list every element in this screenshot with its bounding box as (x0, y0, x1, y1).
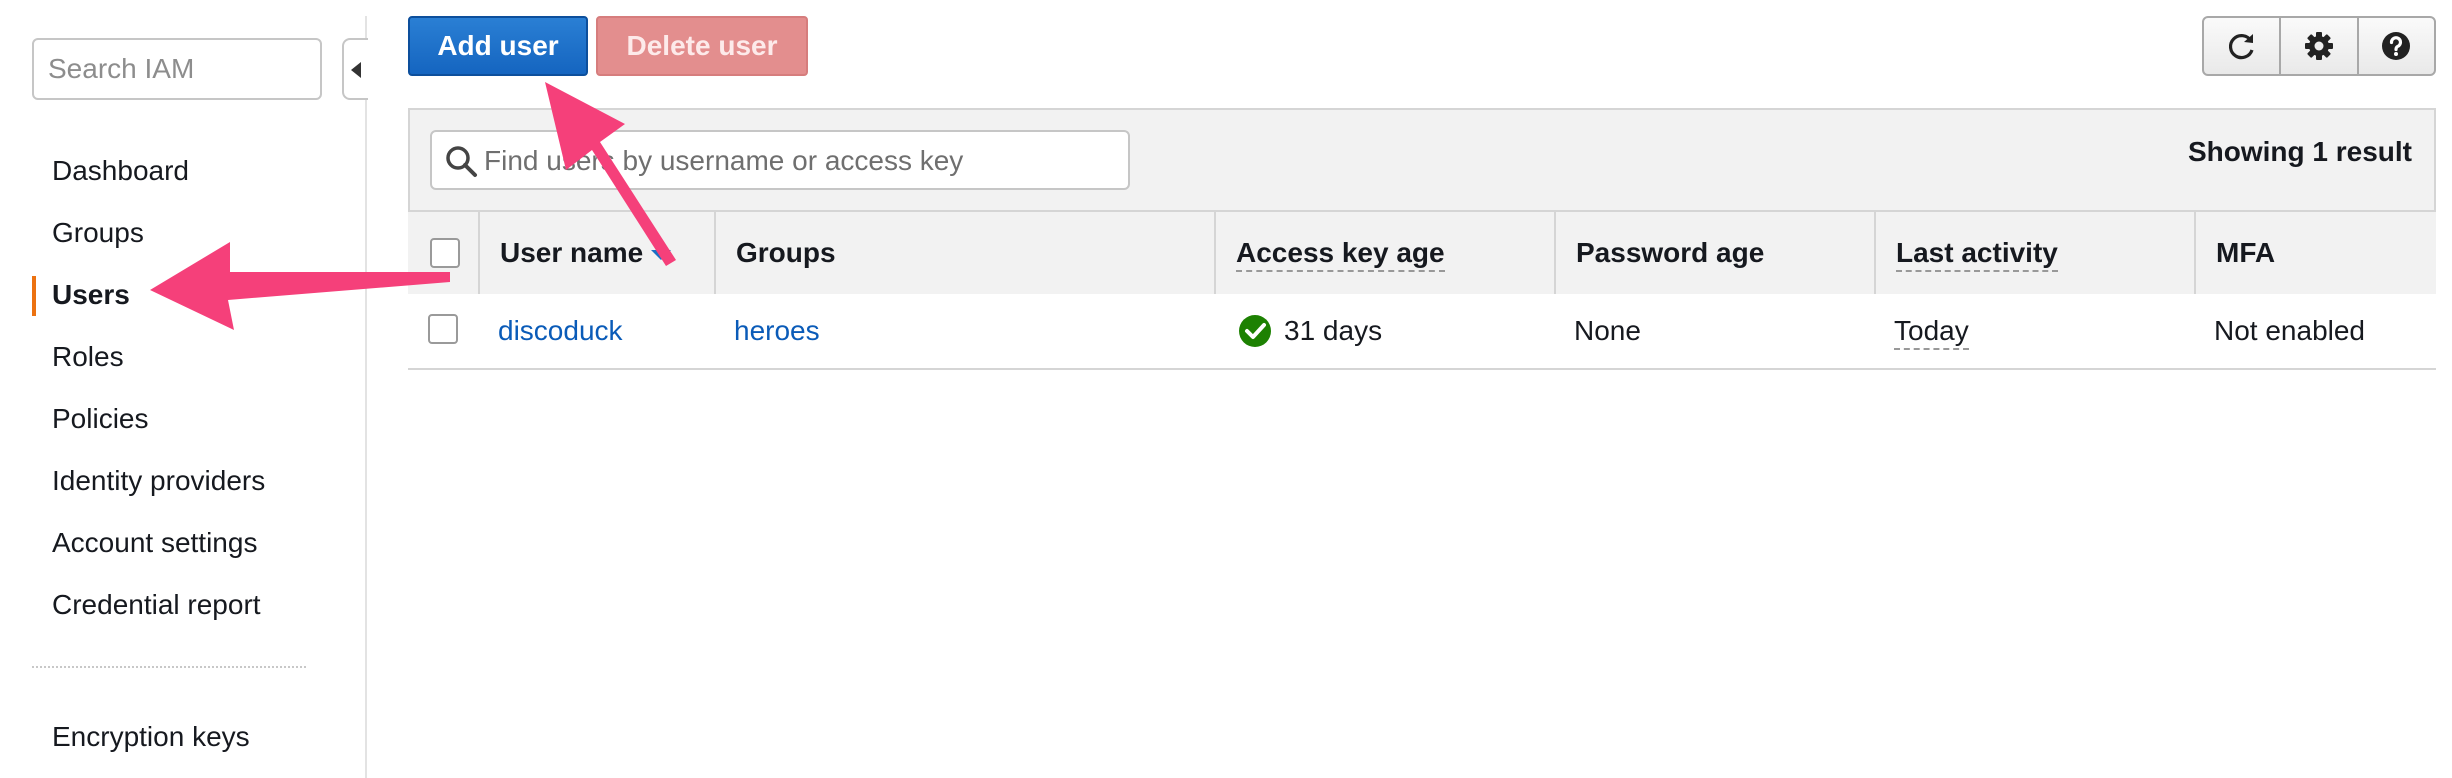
column-header-last-activity[interactable]: Last activity (1874, 212, 2194, 294)
result-count: Showing 1 result (2187, 136, 2412, 167)
last-activity-value[interactable]: Today (1894, 294, 1969, 368)
column-header-user-name-label: User name (500, 237, 644, 268)
column-header-access-key-age-label: Access key age (1236, 237, 1445, 272)
filter-users-input[interactable] (482, 132, 1116, 190)
sidebar-item-users[interactable]: Users (0, 264, 366, 326)
gear-icon (2304, 32, 2333, 60)
sidebar-item-dashboard[interactable]: Dashboard (0, 140, 366, 202)
table-row[interactable]: discoduck heroes 31 days None Today Not … (408, 294, 2436, 370)
column-header-mfa: MFA (2194, 212, 2436, 294)
sidebar-divider (365, 16, 367, 778)
sort-descending-icon (651, 249, 672, 260)
refresh-icon (2228, 34, 2254, 60)
column-header-password-age: Password age (1554, 212, 1874, 294)
toolbar-icon-group (2202, 16, 2436, 76)
table-header-row: User name Groups Access key age Password… (408, 210, 2436, 294)
collapse-sidebar-button[interactable] (342, 38, 368, 100)
column-header-mfa-label: MFA (2216, 237, 2276, 268)
sidebar-item-groups[interactable]: Groups (0, 202, 366, 264)
sidebar-item-identity-providers[interactable]: Identity providers (0, 450, 366, 512)
select-all-checkbox[interactable] (430, 238, 460, 268)
sidebar-item-account-settings[interactable]: Account settings (0, 512, 366, 574)
sidebar-item-encryption-keys[interactable]: Encryption keys (0, 706, 418, 768)
add-user-button[interactable]: Add user (408, 16, 588, 76)
header-select-cell (408, 212, 478, 294)
sidebar-item-policies[interactable]: Policies (0, 388, 366, 450)
sidebar: Dashboard Groups Users Roles Policies Id… (0, 0, 366, 778)
last-activity-text: Today (1894, 315, 1969, 350)
settings-button[interactable] (2281, 18, 2359, 74)
password-age-value: None (1574, 315, 1641, 346)
search-iam-input[interactable] (32, 38, 322, 100)
sidebar-item-credential-report[interactable]: Credential report (0, 574, 366, 636)
filter-box (430, 130, 1130, 190)
user-name-link[interactable]: discoduck (498, 294, 623, 368)
delete-user-button[interactable]: Delete user (596, 16, 808, 76)
sidebar-nav: Dashboard Groups Users Roles Policies Id… (0, 140, 366, 636)
column-header-last-activity-label: Last activity (1896, 237, 2058, 272)
help-button[interactable] (2359, 18, 2434, 74)
access-key-age-value: 31 days (1284, 315, 1383, 346)
refresh-button[interactable] (2204, 18, 2282, 74)
help-icon (2382, 32, 2411, 60)
column-header-access-key-age[interactable]: Access key age (1214, 212, 1554, 294)
sidebar-item-roles[interactable]: Roles (0, 326, 366, 388)
mfa-value: Not enabled (2214, 315, 2366, 346)
column-header-groups: Groups (714, 212, 1214, 294)
row-select-checkbox[interactable] (428, 314, 458, 344)
column-header-user-name[interactable]: User name (478, 212, 714, 294)
column-header-password-age-label: Password age (1576, 237, 1765, 268)
sidebar-separator (32, 666, 306, 668)
column-header-groups-label: Groups (736, 237, 836, 268)
check-circle-icon (1238, 314, 1272, 353)
group-link[interactable]: heroes (734, 294, 820, 368)
search-icon (444, 144, 478, 183)
